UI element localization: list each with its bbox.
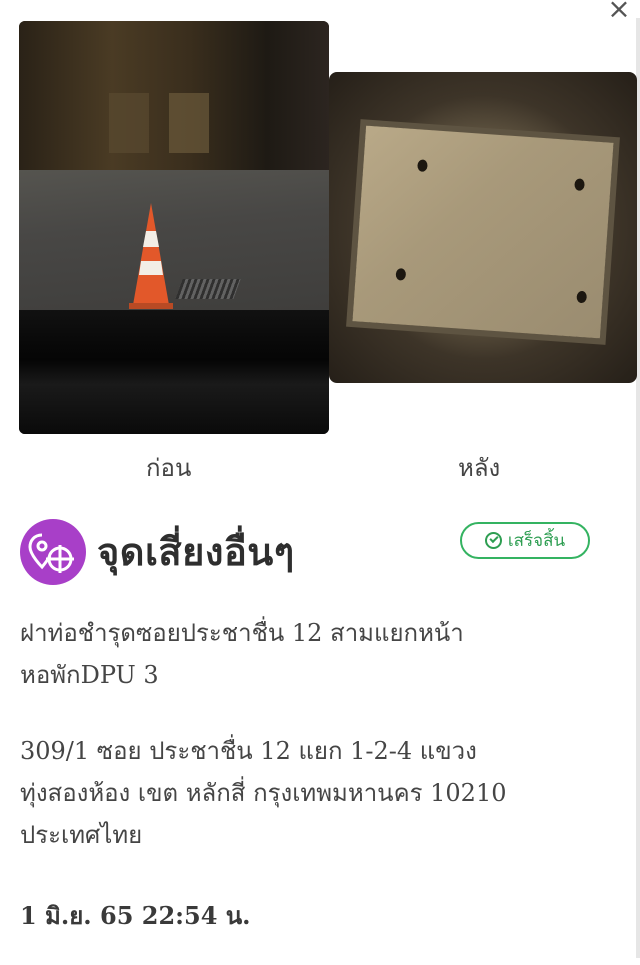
after-photo[interactable] — [329, 72, 637, 383]
check-circle-icon — [484, 532, 502, 549]
after-caption: หลัง — [458, 454, 501, 482]
before-caption: ก่อน — [146, 454, 192, 482]
timestamp: 1 มิ.ย. 65 22:54 น. — [20, 901, 251, 930]
status-label: เสร็จสิ้น — [507, 531, 566, 551]
car-dashboard — [19, 310, 329, 434]
drain-grate — [175, 279, 241, 299]
manhole-cover — [352, 125, 614, 339]
address-line: 309/1 ซอย ประชาชื่น 12 แยก 1-2-4 แขวง — [20, 737, 477, 765]
traffic-cone-icon — [129, 203, 173, 309]
map-pin-crosshair-icon — [20, 519, 86, 585]
close-icon[interactable]: × — [604, 0, 634, 24]
address: 309/1 ซอย ประชาชื่น 12 แยก 1-2-4 แขวง ทุ… — [20, 730, 620, 856]
status-badge: เสร็จสิ้น — [460, 522, 590, 559]
address-line: ทุ่งสองห้อง เขต หลักสี่ กรุงเทพมหานคร 10… — [20, 779, 507, 807]
address-line: ประเทศไทย — [20, 821, 143, 849]
issue-description: ฝาท่อชำรุดซอยประชาชื่น 12 สามแยกหน้า หอพ… — [20, 612, 610, 696]
category-title: จุดเสี่ยงอื่นๆ — [97, 530, 295, 574]
description-line: หอพักDPU 3 — [20, 661, 159, 689]
road-surface — [19, 169, 329, 311]
description-line: ฝาท่อชำรุดซอยประชาชื่น 12 สามแยกหน้า — [20, 619, 464, 647]
before-photo[interactable] — [19, 21, 329, 434]
